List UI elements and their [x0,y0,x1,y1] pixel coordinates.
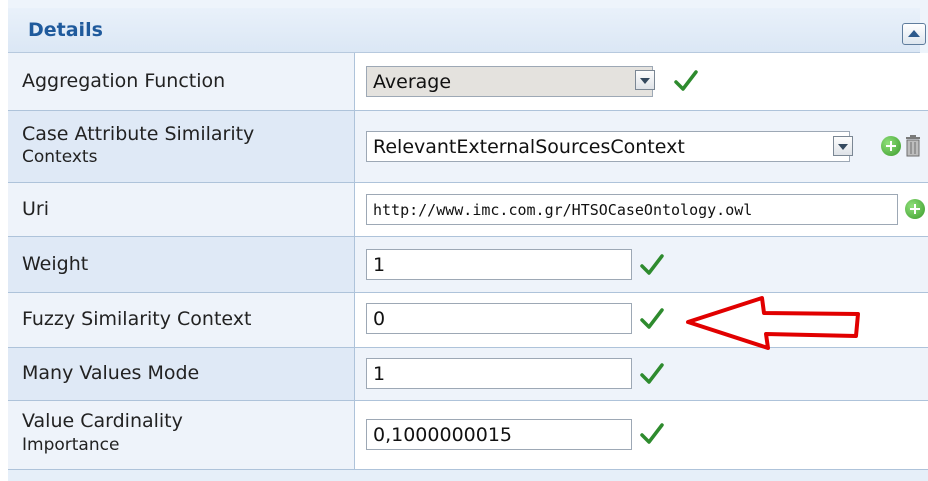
panel-title: Details [28,19,103,41]
row-weight: Weight 1 [8,237,928,293]
many-values-mode-label: Many Values Mode [22,362,200,384]
value-cardinality-label-line1: Value Cardinality [22,410,183,432]
row-aggregation-function: Aggregation Function Average [8,53,928,111]
many-values-mode-input[interactable]: 1 [366,358,632,389]
collapse-icon[interactable] [902,23,926,45]
row-case-attribute-similarity-contexts: Case Attribute Similarity Contexts Relev… [8,111,928,183]
green-checkmark-icon[interactable] [639,252,665,278]
chevron-down-icon[interactable] [833,136,853,156]
red-arrow-icon [686,296,860,350]
fuzzy-similarity-context-label: Fuzzy Similarity Context [22,308,252,330]
uri-input[interactable]: http://www.imc.com.gr/HTSOCaseOntology.o… [366,194,898,225]
row-value-cardinality-importance: Value Cardinality Importance 0,100000001… [8,401,928,470]
case-attribute-label-line1: Case Attribute Similarity [22,123,255,145]
chevron-down-icon[interactable] [635,70,655,90]
aggregation-function-label: Aggregation Function [22,70,226,92]
row-uri: Uri http://www.imc.com.gr/HTSOCaseOntolo… [8,183,928,237]
add-plus-icon[interactable] [881,136,901,156]
fuzzy-similarity-context-input[interactable]: 0 [366,303,632,334]
green-checkmark-icon[interactable] [639,361,665,387]
add-plus-icon[interactable] [905,199,925,219]
case-attribute-context-select[interactable]: RelevantExternalSourcesContext [366,131,850,162]
weight-input[interactable]: 1 [366,249,632,280]
row-many-values-mode: Many Values Mode 1 [8,348,928,401]
aggregation-function-select[interactable]: Average [366,66,653,97]
value-cardinality-label-line2: Importance [22,435,120,455]
green-checkmark-icon[interactable] [673,68,699,94]
trash-icon[interactable] [905,135,921,157]
uri-label: Uri [22,198,49,220]
green-checkmark-icon[interactable] [639,306,665,332]
case-attribute-label-line2: Contexts [22,147,98,167]
weight-label: Weight [22,253,89,275]
value-cardinality-importance-input[interactable]: 0,1000000015 [366,419,632,450]
details-header: Details [8,8,926,53]
green-checkmark-icon[interactable] [639,421,665,447]
